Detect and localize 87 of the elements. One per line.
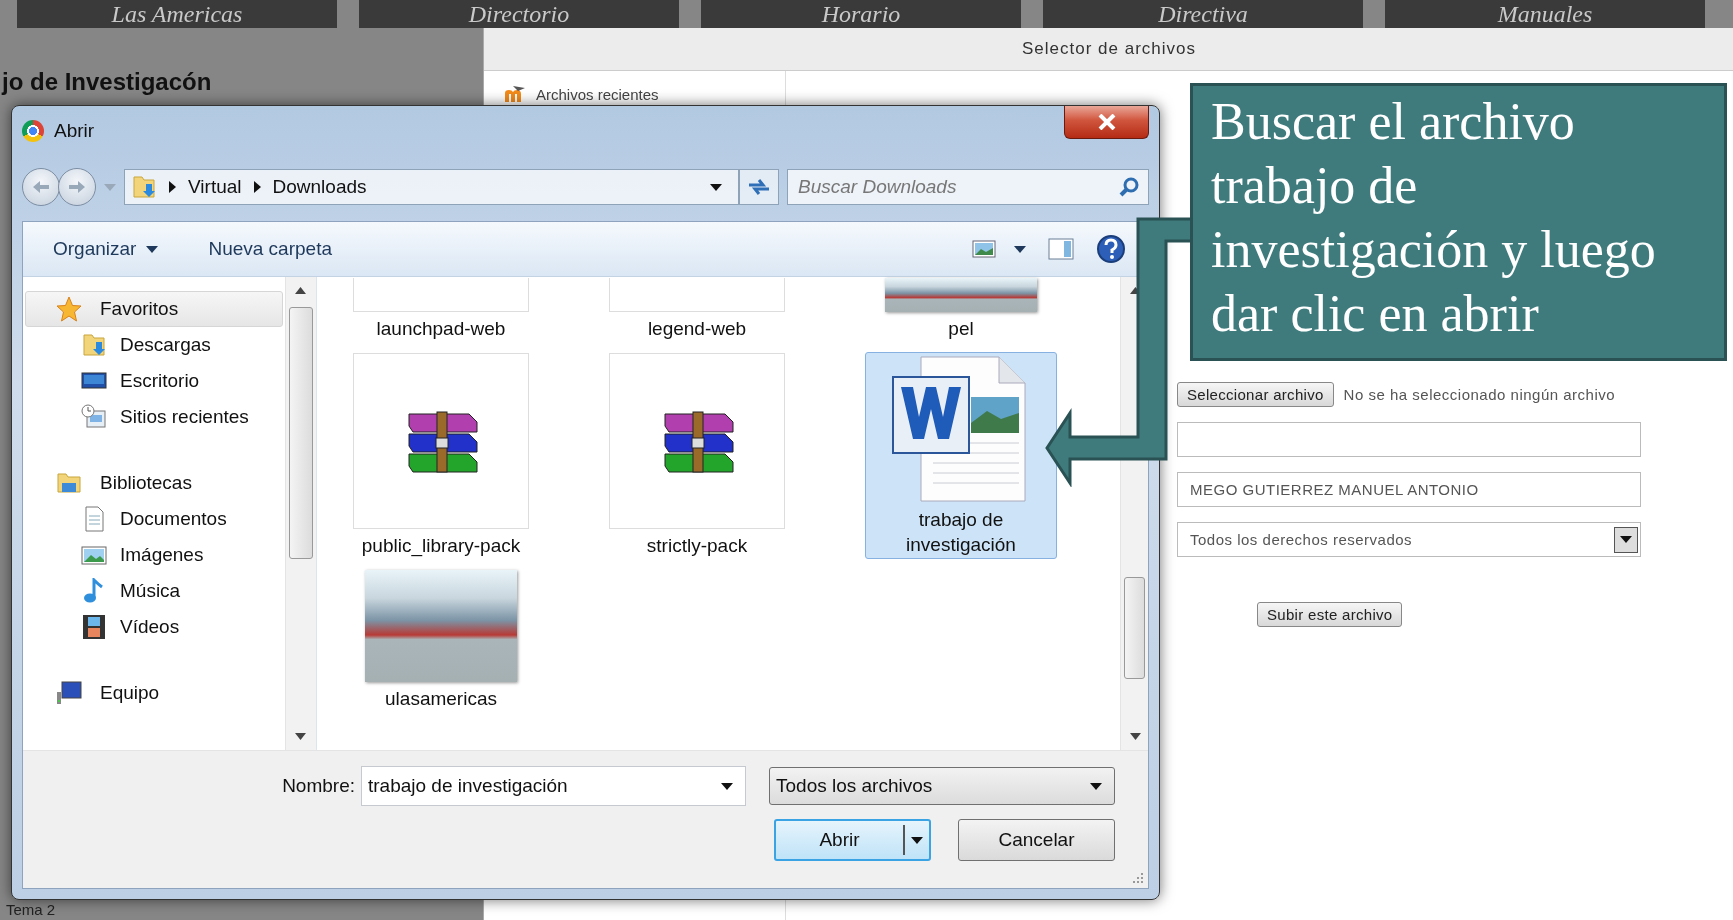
file-item[interactable]: ulasamericas (353, 569, 529, 712)
film-icon (81, 614, 107, 640)
logo-icon (504, 85, 526, 103)
scroll-down-icon[interactable] (1130, 733, 1141, 740)
page-heading: jo de Investigacón (2, 68, 212, 96)
breadcrumb-link[interactable]: Virtual (188, 176, 242, 198)
help-button[interactable] (1096, 234, 1126, 264)
file-item[interactable]: strictly-pack (609, 352, 785, 559)
view-button[interactable] (972, 239, 1026, 259)
star-icon (56, 296, 82, 322)
input-field[interactable] (1177, 422, 1641, 457)
callout-box: Buscar el archivo trabajo de investigación y luego dar clic en abrir (1190, 83, 1727, 361)
choose-file-button[interactable]: Seleccionar archivo (1177, 382, 1334, 407)
input-field[interactable]: MEGO GUTIERREZ MANUEL ANTONIO (1177, 472, 1641, 507)
scrollbar-thumb[interactable] (289, 307, 313, 559)
breadcrumb-link[interactable]: Downloads (272, 176, 367, 198)
nav-item[interactable]: Música (25, 573, 283, 609)
nav-item[interactable]: Favoritos (25, 291, 283, 327)
open-button[interactable]: Abrir (774, 819, 931, 861)
archive-icon (609, 353, 785, 529)
nav-link[interactable]: Horario (701, 0, 1021, 28)
nav-item[interactable]: Imágenes (25, 537, 283, 573)
help-icon (1096, 234, 1126, 264)
forward-button[interactable] (58, 168, 96, 206)
search-field[interactable]: Buscar Downloads (787, 169, 1149, 205)
resize-grip-icon (1132, 872, 1144, 884)
filename-field[interactable]: trabajo de investigación (361, 766, 746, 806)
search-icon (1119, 177, 1139, 197)
scroll-up-icon[interactable] (295, 287, 306, 294)
monitor-icon (56, 680, 82, 706)
arrow-right-icon (68, 180, 86, 194)
nav-link[interactable]: Directorio (359, 0, 679, 28)
field-label: Nombre: (282, 775, 355, 797)
caret-icon (721, 782, 733, 790)
clock-window-icon (81, 404, 107, 430)
license-dropdown[interactable]: Todos los derechos reservados (1177, 522, 1641, 557)
nav-item[interactable]: Documentos (25, 501, 283, 537)
file-type-dropdown[interactable]: Todos los archivos (769, 767, 1115, 805)
close-button[interactable] (1064, 106, 1149, 139)
refresh-icon (747, 177, 771, 197)
picture-icon (972, 239, 996, 259)
caret-icon (911, 836, 923, 844)
scroll-down-icon[interactable] (295, 733, 306, 740)
arrow-left-icon (32, 180, 50, 194)
file-item[interactable]: launchpad-web (353, 277, 529, 342)
nav-item[interactable]: Descargas (25, 327, 283, 363)
menu-button[interactable]: Organizar (53, 238, 159, 260)
cancel-button[interactable]: Cancelar (958, 819, 1115, 861)
nav-item[interactable]: Vídeos (25, 609, 283, 645)
file-status-text: No se ha seleccionado ningún archivo (1343, 386, 1616, 403)
chevron-icon (253, 181, 261, 193)
nav-item[interactable]: Bibliotecas (25, 465, 283, 501)
download-folder-icon (131, 174, 157, 200)
page-text: Tema 2 (6, 901, 56, 919)
caret-icon (104, 183, 116, 191)
nav-link[interactable]: Directiva (1043, 0, 1363, 28)
nav-item[interactable]: Sitios recientes (25, 399, 283, 435)
chevron-icon (169, 181, 176, 193)
archive-icon (353, 353, 529, 529)
file-item[interactable]: legend-web (609, 277, 785, 342)
library-folder-icon (56, 470, 82, 496)
scrollbar-thumb[interactable] (1124, 577, 1145, 679)
file-item[interactable]: trabajo de investigación (865, 352, 1057, 559)
caret-icon (146, 245, 159, 253)
nav-link[interactable]: Manuales (1385, 0, 1705, 28)
address-bar[interactable]: Virtual Downloads (124, 169, 739, 205)
window-title: Abrir (54, 120, 95, 142)
sidebar-item[interactable]: Archivos recientes (484, 81, 785, 107)
download-folder-icon (81, 332, 107, 358)
preview-pane-icon (1048, 238, 1074, 260)
caret-icon (1090, 782, 1102, 790)
scrollbar[interactable] (285, 277, 316, 750)
nav-item[interactable]: Escritorio (25, 363, 283, 399)
upload-button[interactable]: Subir este archivo (1257, 602, 1403, 627)
nav-item[interactable]: Equipo (25, 675, 283, 711)
back-button[interactable] (22, 168, 60, 206)
caret-icon (710, 183, 722, 191)
toolbar-button[interactable]: Nueva carpeta (208, 238, 332, 260)
nav-link[interactable]: Las Americas (17, 0, 337, 28)
close-icon (1097, 114, 1116, 130)
file-item[interactable]: public_library-pack (353, 352, 529, 559)
window-title: Selector de archivos (1022, 39, 1196, 59)
file-item[interactable]: pel (865, 277, 1057, 342)
caret-icon (1014, 245, 1026, 253)
caret-icon (1620, 536, 1632, 543)
refresh-button[interactable] (739, 169, 779, 205)
app-logo-icon (22, 120, 44, 142)
